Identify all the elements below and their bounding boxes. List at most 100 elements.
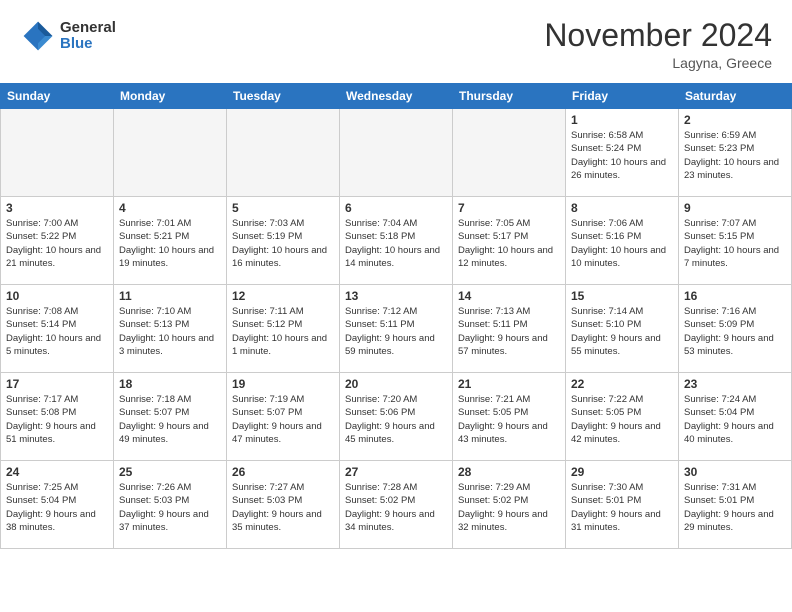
- day-info: Sunrise: 7:11 AMSunset: 5:12 PMDaylight:…: [232, 305, 334, 358]
- table-row: 28 Sunrise: 7:29 AMSunset: 5:02 PMDayligh…: [453, 461, 566, 549]
- calendar-week-row: 1 Sunrise: 6:58 AMSunset: 5:24 PMDaylight…: [1, 109, 792, 197]
- day-info: Sunrise: 7:18 AMSunset: 5:07 PMDaylight:…: [119, 393, 221, 446]
- calendar-table: Sunday Monday Tuesday Wednesday Thursday…: [0, 83, 792, 549]
- table-row: 3 Sunrise: 7:00 AMSunset: 5:22 PMDaylight…: [1, 197, 114, 285]
- day-number: 21: [458, 377, 560, 391]
- calendar-week-row: 17Sunrise: 7:17 AMSunset: 5:08 PMDayligh…: [1, 373, 792, 461]
- day-number: 12: [232, 289, 334, 303]
- table-row: 17Sunrise: 7:17 AMSunset: 5:08 PMDayligh…: [1, 373, 114, 461]
- table-row: 13 Sunrise: 7:12 AMSunset: 5:11 PMDayligh…: [340, 285, 453, 373]
- day-info: Sunrise: 7:07 AMSunset: 5:15 PMDaylight:…: [684, 217, 786, 270]
- day-info: Sunrise: 6:58 AMSunset: 5:24 PMDaylight:…: [571, 129, 673, 182]
- day-number: 22: [571, 377, 673, 391]
- day-info: Sunrise: 7:24 AMSunset: 5:04 PMDaylight:…: [684, 393, 786, 446]
- table-row: 9 Sunrise: 7:07 AMSunset: 5:15 PMDaylight…: [679, 197, 792, 285]
- day-info: Sunrise: 7:12 AMSunset: 5:11 PMDaylight:…: [345, 305, 447, 358]
- day-number: 6: [345, 201, 447, 215]
- calendar-week-row: 3 Sunrise: 7:00 AMSunset: 5:22 PMDaylight…: [1, 197, 792, 285]
- day-number: 30: [684, 465, 786, 479]
- table-row: 24 Sunrise: 7:25 AMSunset: 5:04 PMDayligh…: [1, 461, 114, 549]
- table-row: 4Sunrise: 7:01 AMSunset: 5:21 PMDaylight…: [114, 197, 227, 285]
- day-number: 25: [119, 465, 221, 479]
- table-row: 11 Sunrise: 7:10 AMSunset: 5:13 PMDayligh…: [114, 285, 227, 373]
- day-number: 26: [232, 465, 334, 479]
- month-title: November 2024: [544, 18, 772, 53]
- table-row: 6Sunrise: 7:04 AMSunset: 5:18 PMDaylight…: [340, 197, 453, 285]
- col-friday: Friday: [566, 84, 679, 109]
- logo-general-text: General: [60, 20, 116, 37]
- day-info: Sunrise: 7:16 AMSunset: 5:09 PMDaylight:…: [684, 305, 786, 358]
- table-row: 10 Sunrise: 7:08 AMSunset: 5:14 PMDayligh…: [1, 285, 114, 373]
- table-row: 30 Sunrise: 7:31 AMSunset: 5:01 PMDayligh…: [679, 461, 792, 549]
- table-row: 20 Sunrise: 7:20 AMSunset: 5:06 PMDayligh…: [340, 373, 453, 461]
- day-info: Sunrise: 7:06 AMSunset: 5:16 PMDaylight:…: [571, 217, 673, 270]
- day-info: Sunrise: 7:13 AMSunset: 5:11 PMDaylight:…: [458, 305, 560, 358]
- table-row: 25 Sunrise: 7:26 AMSunset: 5:03 PMDayligh…: [114, 461, 227, 549]
- location: Lagyna, Greece: [544, 55, 772, 71]
- col-saturday: Saturday: [679, 84, 792, 109]
- table-row: [453, 109, 566, 197]
- day-number: 19: [232, 377, 334, 391]
- day-number: 8: [571, 201, 673, 215]
- day-info: Sunrise: 7:14 AMSunset: 5:10 PMDaylight:…: [571, 305, 673, 358]
- table-row: 29Sunrise: 7:30 AMSunset: 5:01 PMDayligh…: [566, 461, 679, 549]
- table-row: 18Sunrise: 7:18 AMSunset: 5:07 PMDayligh…: [114, 373, 227, 461]
- day-number: 11: [119, 289, 221, 303]
- table-row: 1 Sunrise: 6:58 AMSunset: 5:24 PMDaylight…: [566, 109, 679, 197]
- col-wednesday: Wednesday: [340, 84, 453, 109]
- col-tuesday: Tuesday: [227, 84, 340, 109]
- calendar-header-row: Sunday Monday Tuesday Wednesday Thursday…: [1, 84, 792, 109]
- calendar-week-row: 10 Sunrise: 7:08 AMSunset: 5:14 PMDayligh…: [1, 285, 792, 373]
- header: General Blue November 2024 Lagyna, Greec…: [0, 0, 792, 79]
- day-info: Sunrise: 6:59 AMSunset: 5:23 PMDaylight:…: [684, 129, 786, 182]
- day-info: Sunrise: 7:03 AMSunset: 5:19 PMDaylight:…: [232, 217, 334, 270]
- day-info: Sunrise: 7:19 AMSunset: 5:07 PMDaylight:…: [232, 393, 334, 446]
- day-number: 9: [684, 201, 786, 215]
- day-info: Sunrise: 7:21 AMSunset: 5:05 PMDaylight:…: [458, 393, 560, 446]
- day-number: 3: [6, 201, 108, 215]
- day-number: 23: [684, 377, 786, 391]
- day-info: Sunrise: 7:05 AMSunset: 5:17 PMDaylight:…: [458, 217, 560, 270]
- table-row: 7 Sunrise: 7:05 AMSunset: 5:17 PMDaylight…: [453, 197, 566, 285]
- logo: General Blue: [20, 18, 116, 54]
- logo-text: General Blue: [60, 20, 116, 53]
- day-number: 10: [6, 289, 108, 303]
- day-info: Sunrise: 7:25 AMSunset: 5:04 PMDaylight:…: [6, 481, 108, 534]
- day-info: Sunrise: 7:00 AMSunset: 5:22 PMDaylight:…: [6, 217, 108, 270]
- table-row: 14 Sunrise: 7:13 AMSunset: 5:11 PMDayligh…: [453, 285, 566, 373]
- col-sunday: Sunday: [1, 84, 114, 109]
- day-info: Sunrise: 7:10 AMSunset: 5:13 PMDaylight:…: [119, 305, 221, 358]
- table-row: 15 Sunrise: 7:14 AMSunset: 5:10 PMDayligh…: [566, 285, 679, 373]
- table-row: 27Sunrise: 7:28 AMSunset: 5:02 PMDayligh…: [340, 461, 453, 549]
- day-number: 28: [458, 465, 560, 479]
- day-number: 16: [684, 289, 786, 303]
- day-number: 13: [345, 289, 447, 303]
- day-number: 7: [458, 201, 560, 215]
- logo-icon: [20, 18, 56, 54]
- day-info: Sunrise: 7:01 AMSunset: 5:21 PMDaylight:…: [119, 217, 221, 270]
- table-row: 16 Sunrise: 7:16 AMSunset: 5:09 PMDayligh…: [679, 285, 792, 373]
- table-row: 5Sunrise: 7:03 AMSunset: 5:19 PMDaylight…: [227, 197, 340, 285]
- table-row: 19 Sunrise: 7:19 AMSunset: 5:07 PMDayligh…: [227, 373, 340, 461]
- table-row: 26 Sunrise: 7:27 AMSunset: 5:03 PMDayligh…: [227, 461, 340, 549]
- day-info: Sunrise: 7:22 AMSunset: 5:05 PMDaylight:…: [571, 393, 673, 446]
- day-number: 14: [458, 289, 560, 303]
- day-info: Sunrise: 7:20 AMSunset: 5:06 PMDaylight:…: [345, 393, 447, 446]
- day-info: Sunrise: 7:29 AMSunset: 5:02 PMDaylight:…: [458, 481, 560, 534]
- day-info: Sunrise: 7:08 AMSunset: 5:14 PMDaylight:…: [6, 305, 108, 358]
- day-number: 29: [571, 465, 673, 479]
- calendar-week-row: 24 Sunrise: 7:25 AMSunset: 5:04 PMDayligh…: [1, 461, 792, 549]
- table-row: 22 Sunrise: 7:22 AMSunset: 5:05 PMDayligh…: [566, 373, 679, 461]
- day-number: 20: [345, 377, 447, 391]
- day-number: 1: [571, 113, 673, 127]
- day-number: 15: [571, 289, 673, 303]
- table-row: [1, 109, 114, 197]
- day-number: 2: [684, 113, 786, 127]
- title-block: November 2024 Lagyna, Greece: [544, 18, 772, 71]
- day-info: Sunrise: 7:27 AMSunset: 5:03 PMDaylight:…: [232, 481, 334, 534]
- table-row: 12 Sunrise: 7:11 AMSunset: 5:12 PMDayligh…: [227, 285, 340, 373]
- table-row: 21 Sunrise: 7:21 AMSunset: 5:05 PMDayligh…: [453, 373, 566, 461]
- day-number: 24: [6, 465, 108, 479]
- day-info: Sunrise: 7:26 AMSunset: 5:03 PMDaylight:…: [119, 481, 221, 534]
- day-info: Sunrise: 7:31 AMSunset: 5:01 PMDaylight:…: [684, 481, 786, 534]
